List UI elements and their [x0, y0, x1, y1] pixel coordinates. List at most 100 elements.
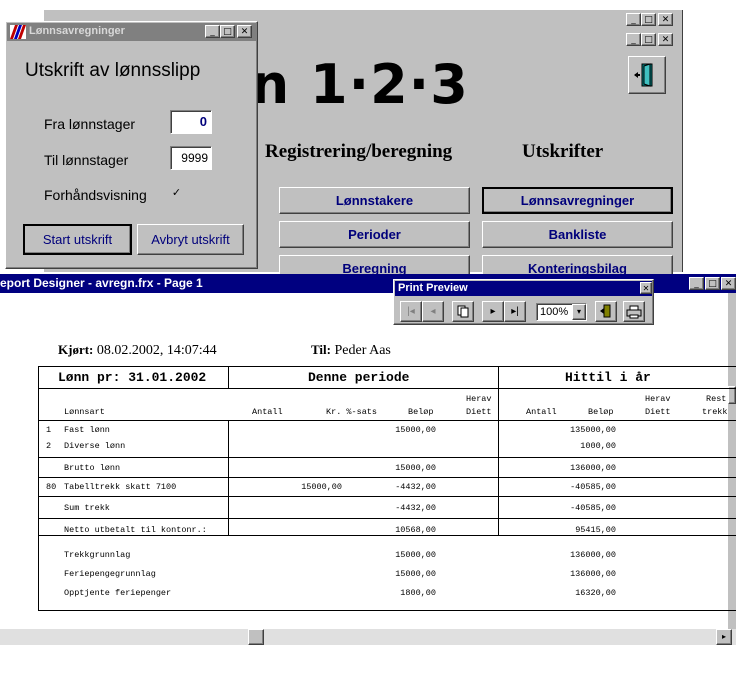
inner-close-button[interactable]: ✕: [658, 33, 673, 46]
door-exit-icon: [600, 304, 611, 318]
col-diett-1: Diett: [466, 407, 492, 417]
cancel-print-button[interactable]: Avbryt utskrift: [137, 224, 244, 255]
first-page-button[interactable]: |◂: [400, 301, 422, 322]
row-number: 1: [46, 425, 52, 435]
start-print-label: Start utskrift: [42, 232, 113, 247]
pages-icon: [457, 305, 469, 318]
recipient-info: Til: Peder Aas: [311, 342, 391, 359]
close-preview-button[interactable]: [595, 301, 617, 322]
from-employee-label: Fra lønnstager: [44, 116, 136, 132]
dialog-maximize-button[interactable]: □: [220, 25, 235, 38]
print-preview-close-button[interactable]: ✕: [640, 282, 652, 294]
row-amount-ytd: 1000,00: [580, 441, 616, 451]
bank-list-button[interactable]: Bankliste: [482, 221, 673, 248]
report-page: Kjørt: 08.02.2002, 14:07:44 Til: Peder A…: [0, 293, 736, 629]
last-page-button[interactable]: ▸|: [504, 301, 526, 322]
row-amount-ytd: -40585,00: [570, 482, 616, 492]
col-antall-2: Antall: [526, 407, 557, 417]
report-minimize-button[interactable]: _: [689, 277, 704, 290]
col-belop: Beløp: [408, 407, 434, 417]
row-amount: 1800,00: [400, 588, 436, 598]
col-antall: Antall: [252, 407, 283, 417]
table-row: 1 Fast lønn 15000,00 135000,00: [38, 425, 736, 437]
row-amount: 15000,00: [395, 569, 436, 579]
from-employee-field[interactable]: 0: [170, 110, 212, 134]
row-amount: 15000,00: [395, 463, 436, 473]
printer-icon: [626, 305, 642, 319]
row-amount-ytd: 135000,00: [570, 425, 616, 435]
print-preview-title-bar: Print Preview ✕: [395, 281, 652, 296]
col-herav-2: Herav: [645, 394, 671, 404]
print-preview-title: Print Preview: [398, 282, 468, 294]
inner-maximize-button[interactable]: □: [641, 33, 656, 46]
dialog-minimize-button[interactable]: _: [205, 25, 220, 38]
row-amount-ytd: 136000,00: [570, 569, 616, 579]
start-print-button[interactable]: Start utskrift: [23, 224, 132, 255]
dialog-close-button[interactable]: ✕: [237, 25, 252, 38]
print-button[interactable]: [623, 301, 645, 322]
run-label: Kjørt:: [58, 342, 94, 357]
row-amount-ytd: 95415,00: [575, 525, 616, 535]
cancel-print-label: Avbryt utskrift: [151, 232, 230, 247]
row-number: 2: [46, 441, 52, 451]
zoom-dropdown-arrow[interactable]: ▾: [572, 304, 586, 320]
row-label: Netto utbetalt til kontonr.:: [64, 525, 207, 535]
col-belop-2: Beløp: [588, 407, 614, 417]
door-exit-icon: [634, 63, 653, 87]
row-amount: 15000,00: [395, 550, 436, 560]
to-employee-field[interactable]: 9999: [170, 146, 212, 170]
col-rest: Rest: [706, 394, 727, 404]
report-designer-window: eport Designer - avregn.frx - Page 1 _ □…: [0, 274, 736, 645]
row-amount: 10568,00: [395, 525, 436, 535]
row-amount-ytd: -40585,00: [570, 503, 616, 513]
exit-button[interactable]: [628, 56, 666, 94]
ytd-header: Hittil i år: [565, 370, 651, 385]
preview-checkbox[interactable]: ✓: [171, 188, 182, 199]
row-amount: 15000,00: [395, 425, 436, 435]
row-label: Feriepengegrunnlag: [64, 569, 156, 579]
payslips-button[interactable]: Lønnsavregninger: [482, 187, 673, 214]
row-label: Opptjente feriepenger: [64, 588, 172, 598]
dialog-title: Lønnsavregninger: [29, 25, 125, 37]
report-maximize-button[interactable]: □: [705, 277, 720, 290]
close-button[interactable]: ✕: [658, 13, 673, 26]
print-preview-toolbar: Print Preview ✕ |◂ ◂ ▸ ▸| 100% ▾: [393, 279, 654, 325]
dialog-title-bar: Lønnsavregninger _ □ ✕: [7, 23, 256, 41]
table-row: 80 Tabelltrekk skatt 7100 15000,00 -4432,00…: [38, 482, 736, 494]
col-trekk: trekk: [702, 407, 728, 417]
run-value: 08.02.2002, 14:07:44: [96, 343, 217, 358]
next-page-button[interactable]: ▸: [482, 301, 504, 322]
periods-button[interactable]: Perioder: [279, 221, 470, 248]
recipient-value: Peder Aas: [334, 343, 391, 358]
report-close-button[interactable]: ✕: [721, 277, 736, 290]
table-row: Feriepengegrunnlag 15000,00 136000,00: [38, 569, 736, 581]
table-row: Brutto lønn 15000,00 136000,00: [38, 463, 736, 475]
section-reports-heading: Utskrifter: [522, 141, 604, 162]
from-employee-value: 0: [199, 114, 207, 129]
minimize-button[interactable]: _: [626, 13, 641, 26]
table-row: Netto utbetalt til kontonr.: 10568,00 9541…: [38, 525, 736, 537]
section-registration-heading: Registrering/beregning: [265, 141, 453, 162]
table-row: Trekkgrunnlag 15000,00 136000,00: [38, 550, 736, 562]
row-label: Brutto lønn: [64, 463, 121, 473]
zoom-value: 100%: [540, 306, 569, 318]
dialog-heading: Utskrift av lønnsslipp: [25, 60, 201, 81]
to-employee-value: 9999: [181, 151, 208, 165]
row-amount: -4432,00: [395, 503, 436, 513]
run-info: Kjørt: 08.02.2002, 14:07:44: [58, 342, 217, 359]
row-label: Fast lønn: [64, 425, 110, 435]
row-label: Trekkgrunnlag: [64, 550, 131, 560]
multi-page-button[interactable]: [452, 301, 474, 322]
payslip-table: Lønn pr: 31.01.2002 Denne periode Hittil…: [38, 366, 736, 684]
report-window-title: eport Designer - avregn.frx - Page 1: [0, 276, 203, 290]
table-row: 2 Diverse lønn 1000,00: [38, 441, 736, 453]
row-label: Diverse lønn: [64, 441, 126, 451]
preview-label: Forhåndsvisning: [44, 187, 147, 203]
previous-page-button[interactable]: ◂: [422, 301, 444, 322]
zoom-select[interactable]: 100% ▾: [536, 303, 587, 321]
inner-minimize-button[interactable]: _: [626, 33, 641, 46]
col-lonnsart: Lønnsart: [64, 407, 105, 417]
row-amount-ytd: 136000,00: [570, 550, 616, 560]
employees-button[interactable]: Lønnstakere: [279, 187, 470, 214]
maximize-button[interactable]: □: [641, 13, 656, 26]
